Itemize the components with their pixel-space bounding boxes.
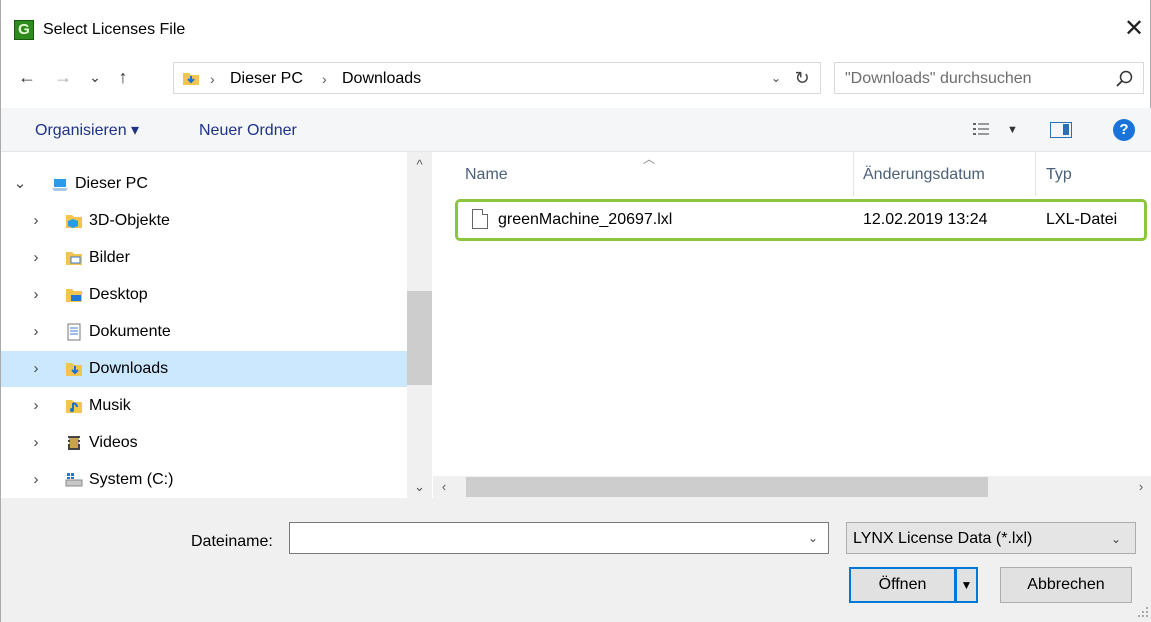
- close-icon[interactable]: ✕: [1119, 14, 1149, 44]
- chevron-right-icon[interactable]: ›: [29, 470, 43, 490]
- chevron-right-icon[interactable]: ›: [29, 396, 43, 416]
- tree-label: Musik: [89, 397, 131, 414]
- address-bar[interactable]: › Dieser PC › Downloads ⌄ ↻: [173, 62, 821, 94]
- filetype-value: LYNX License Data (*.lxl): [853, 530, 1033, 547]
- view-options-icon[interactable]: [971, 120, 991, 140]
- tree-item-system-c[interactable]: › System (C:): [1, 462, 407, 498]
- title-bar: G Select Licenses File ✕: [1, 0, 1151, 50]
- chevron-right-icon[interactable]: ›: [29, 322, 43, 342]
- folder-music-icon: [66, 400, 82, 413]
- tree-label: Desktop: [89, 286, 148, 303]
- breadcrumb-separator: ›: [210, 71, 215, 87]
- filelist-scrollbar[interactable]: ‹ ›: [433, 476, 1151, 498]
- window-title: Select Licenses File: [43, 21, 186, 38]
- folder-desktop-icon: [66, 289, 82, 302]
- computer-icon: [52, 179, 68, 191]
- cancel-button[interactable]: Abbrechen: [1000, 567, 1132, 603]
- file-name: greenMachine_20697.lxl: [498, 211, 673, 228]
- scroll-right-icon[interactable]: ›: [1130, 476, 1151, 498]
- scrollbar-thumb[interactable]: [407, 291, 432, 385]
- file-type: LXL-Datei: [1046, 211, 1118, 228]
- sort-ascending-icon: ︿: [643, 152, 656, 166]
- tree-label: Bilder: [89, 249, 130, 266]
- scroll-up-icon[interactable]: ^: [407, 154, 432, 176]
- bottom-panel: [1, 498, 1151, 622]
- tree-item-bilder[interactable]: › Bilder: [1, 240, 407, 276]
- resize-grip-icon[interactable]: [1137, 606, 1149, 618]
- address-dropdown-icon[interactable]: ⌄: [767, 68, 785, 88]
- chevron-right-icon[interactable]: ›: [29, 285, 43, 305]
- breadcrumb-separator: ›: [322, 71, 327, 87]
- tree-item-downloads[interactable]: › Downloads: [1, 351, 407, 387]
- tree-item-videos[interactable]: › Videos: [1, 425, 407, 461]
- tree-item-3d-objekte[interactable]: › 3D-Objekte: [1, 203, 407, 239]
- tree-label: 3D-Objekte: [89, 212, 170, 229]
- open-button[interactable]: Öffnen: [849, 567, 956, 603]
- tree-label: Dokumente: [89, 323, 171, 340]
- file-dialog: G Select Licenses File ✕ ← → ⌄ ↑ › Diese…: [0, 0, 1151, 622]
- scroll-down-icon[interactable]: ⌄: [407, 476, 432, 498]
- organize-button[interactable]: Organisieren ▾: [35, 121, 139, 141]
- up-arrow-icon[interactable]: ↑: [111, 62, 135, 92]
- back-arrow-icon[interactable]: ←: [13, 62, 41, 92]
- tree-item-musik[interactable]: › Musik: [1, 388, 407, 424]
- tree-scrollbar[interactable]: ^ ⌄: [407, 152, 432, 498]
- scroll-left-icon[interactable]: ‹: [433, 476, 455, 498]
- search-box[interactable]: "Downloads" durchsuchen: [834, 62, 1144, 94]
- column-header-type[interactable]: Typ: [1046, 165, 1072, 185]
- column-divider[interactable]: [1035, 152, 1036, 196]
- chevron-right-icon[interactable]: ›: [29, 248, 43, 268]
- help-icon[interactable]: ?: [1113, 119, 1135, 141]
- column-header-name[interactable]: Name: [465, 165, 508, 185]
- folder-documents-icon: [67, 323, 81, 341]
- column-header-date[interactable]: Änderungsdatum: [863, 165, 985, 185]
- tree-item-dieser-pc[interactable]: ⌄ Dieser PC: [1, 166, 407, 202]
- chevron-right-icon[interactable]: ›: [29, 211, 43, 231]
- downloads-folder-icon: [183, 73, 199, 85]
- file-row[interactable]: greenMachine_20697.lxl 12.02.2019 13:24 …: [455, 199, 1147, 241]
- search-icon: [1116, 70, 1133, 87]
- filename-dropdown-icon[interactable]: ⌄: [803, 528, 823, 548]
- filename-label: Dateiname:: [191, 533, 273, 550]
- tree-label: Downloads: [89, 360, 169, 377]
- tree-item-desktop[interactable]: › Desktop: [1, 277, 407, 313]
- recent-locations-icon[interactable]: ⌄: [85, 62, 105, 92]
- folder-videos-icon: [68, 436, 80, 450]
- search-placeholder: "Downloads" durchsuchen: [845, 70, 1032, 87]
- tree-item-dokumente[interactable]: › Dokumente: [1, 314, 407, 350]
- navigation-pane: ⌄ Dieser PC › 3D-Objekte › Bilder › Desk…: [1, 152, 433, 498]
- forward-arrow-icon[interactable]: →: [49, 62, 77, 92]
- view-dropdown-icon[interactable]: ▼: [1007, 120, 1018, 140]
- breadcrumb-dieser-pc[interactable]: Dieser PC: [230, 69, 303, 89]
- scrollbar-thumb[interactable]: [466, 477, 988, 497]
- command-toolbar: Organisieren ▾ Neuer Ordner ▼ ?: [1, 108, 1151, 152]
- folder-pictures-icon: [66, 252, 82, 265]
- filename-input[interactable]: [289, 522, 829, 554]
- app-icon: G: [14, 20, 34, 40]
- filetype-select[interactable]: LYNX License Data (*.lxl) ⌄: [846, 522, 1136, 554]
- tree-label: System (C:): [89, 471, 174, 488]
- file-date: 12.02.2019 13:24: [863, 211, 988, 228]
- refresh-icon[interactable]: ↻: [790, 66, 814, 90]
- open-options-button[interactable]: ▼: [956, 567, 978, 603]
- file-icon: [472, 209, 488, 229]
- folder-3d-icon: [66, 215, 82, 228]
- drive-icon: [65, 473, 83, 487]
- folder-downloads-icon: [66, 363, 82, 376]
- chevron-down-icon[interactable]: ⌄: [13, 174, 27, 194]
- preview-pane-icon[interactable]: [1050, 122, 1072, 138]
- tree-label: Dieser PC: [75, 175, 148, 192]
- column-header-row: Name ︿ Änderungsdatum Typ: [433, 152, 1151, 196]
- column-divider[interactable]: [853, 152, 854, 196]
- new-folder-button[interactable]: Neuer Ordner: [199, 121, 297, 141]
- tree-label: Videos: [89, 434, 138, 451]
- chevron-down-icon: ⌄: [1111, 532, 1122, 546]
- breadcrumb-downloads[interactable]: Downloads: [342, 69, 421, 89]
- chevron-right-icon[interactable]: ›: [29, 359, 43, 379]
- chevron-right-icon[interactable]: ›: [29, 433, 43, 453]
- file-list: Name ︿ Änderungsdatum Typ greenMachine_2…: [433, 152, 1151, 498]
